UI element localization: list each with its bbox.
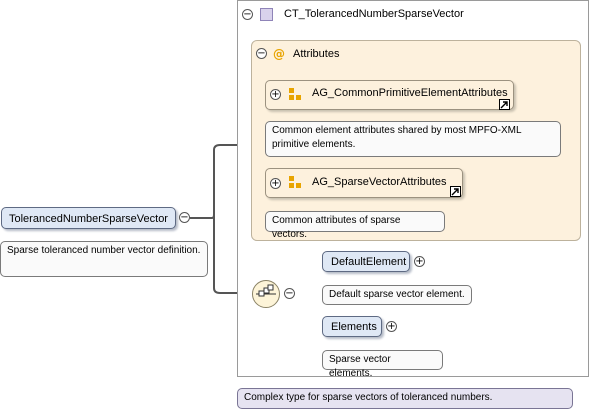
- goto-link-icon[interactable]: [499, 99, 510, 110]
- child-element[interactable]: Elements: [322, 316, 382, 337]
- collapse-minus-icon[interactable]: −: [284, 288, 295, 299]
- attribute-group-note: Common element attributes shared by most…: [265, 121, 561, 157]
- child-element[interactable]: DefaultElement: [322, 251, 410, 272]
- attribute-at-icon: @: [273, 47, 285, 61]
- attribute-group-name: AG_CommonPrimitiveElementAttributes: [312, 87, 508, 99]
- attribute-group-name: AG_SparseVectorAttributes: [312, 176, 447, 188]
- sequence-compositor-icon[interactable]: [252, 280, 280, 308]
- complex-type-note: Complex type for sparse vectors of toler…: [237, 388, 573, 409]
- expand-plus-icon[interactable]: +: [386, 321, 397, 332]
- complex-type-name: CT_TolerancedNumberSparseVector: [284, 8, 464, 20]
- attributes-title: Attributes: [293, 48, 340, 60]
- expand-plus-icon[interactable]: +: [270, 89, 281, 100]
- collapse-minus-icon[interactable]: −: [256, 48, 267, 59]
- attribute-group-note: Common attributes of sparse vectors.: [265, 211, 445, 240]
- child-element-note: Default sparse vector element.: [322, 285, 472, 305]
- collapse-minus-icon[interactable]: −: [242, 9, 253, 20]
- goto-link-icon[interactable]: [450, 186, 461, 197]
- attribute-group-icon: [289, 88, 302, 101]
- collapse-minus-icon[interactable]: −: [179, 212, 190, 223]
- attribute-group-icon: [289, 176, 302, 189]
- expand-plus-icon[interactable]: +: [270, 178, 281, 189]
- complex-type-icon: [260, 8, 273, 21]
- expand-plus-icon[interactable]: +: [414, 256, 425, 267]
- root-element[interactable]: TolerancedNumberSparseVector: [1, 207, 176, 229]
- child-element-note: Sparse vector elements.: [322, 350, 443, 379]
- root-element-note: Sparse toleranced number vector definiti…: [0, 241, 208, 277]
